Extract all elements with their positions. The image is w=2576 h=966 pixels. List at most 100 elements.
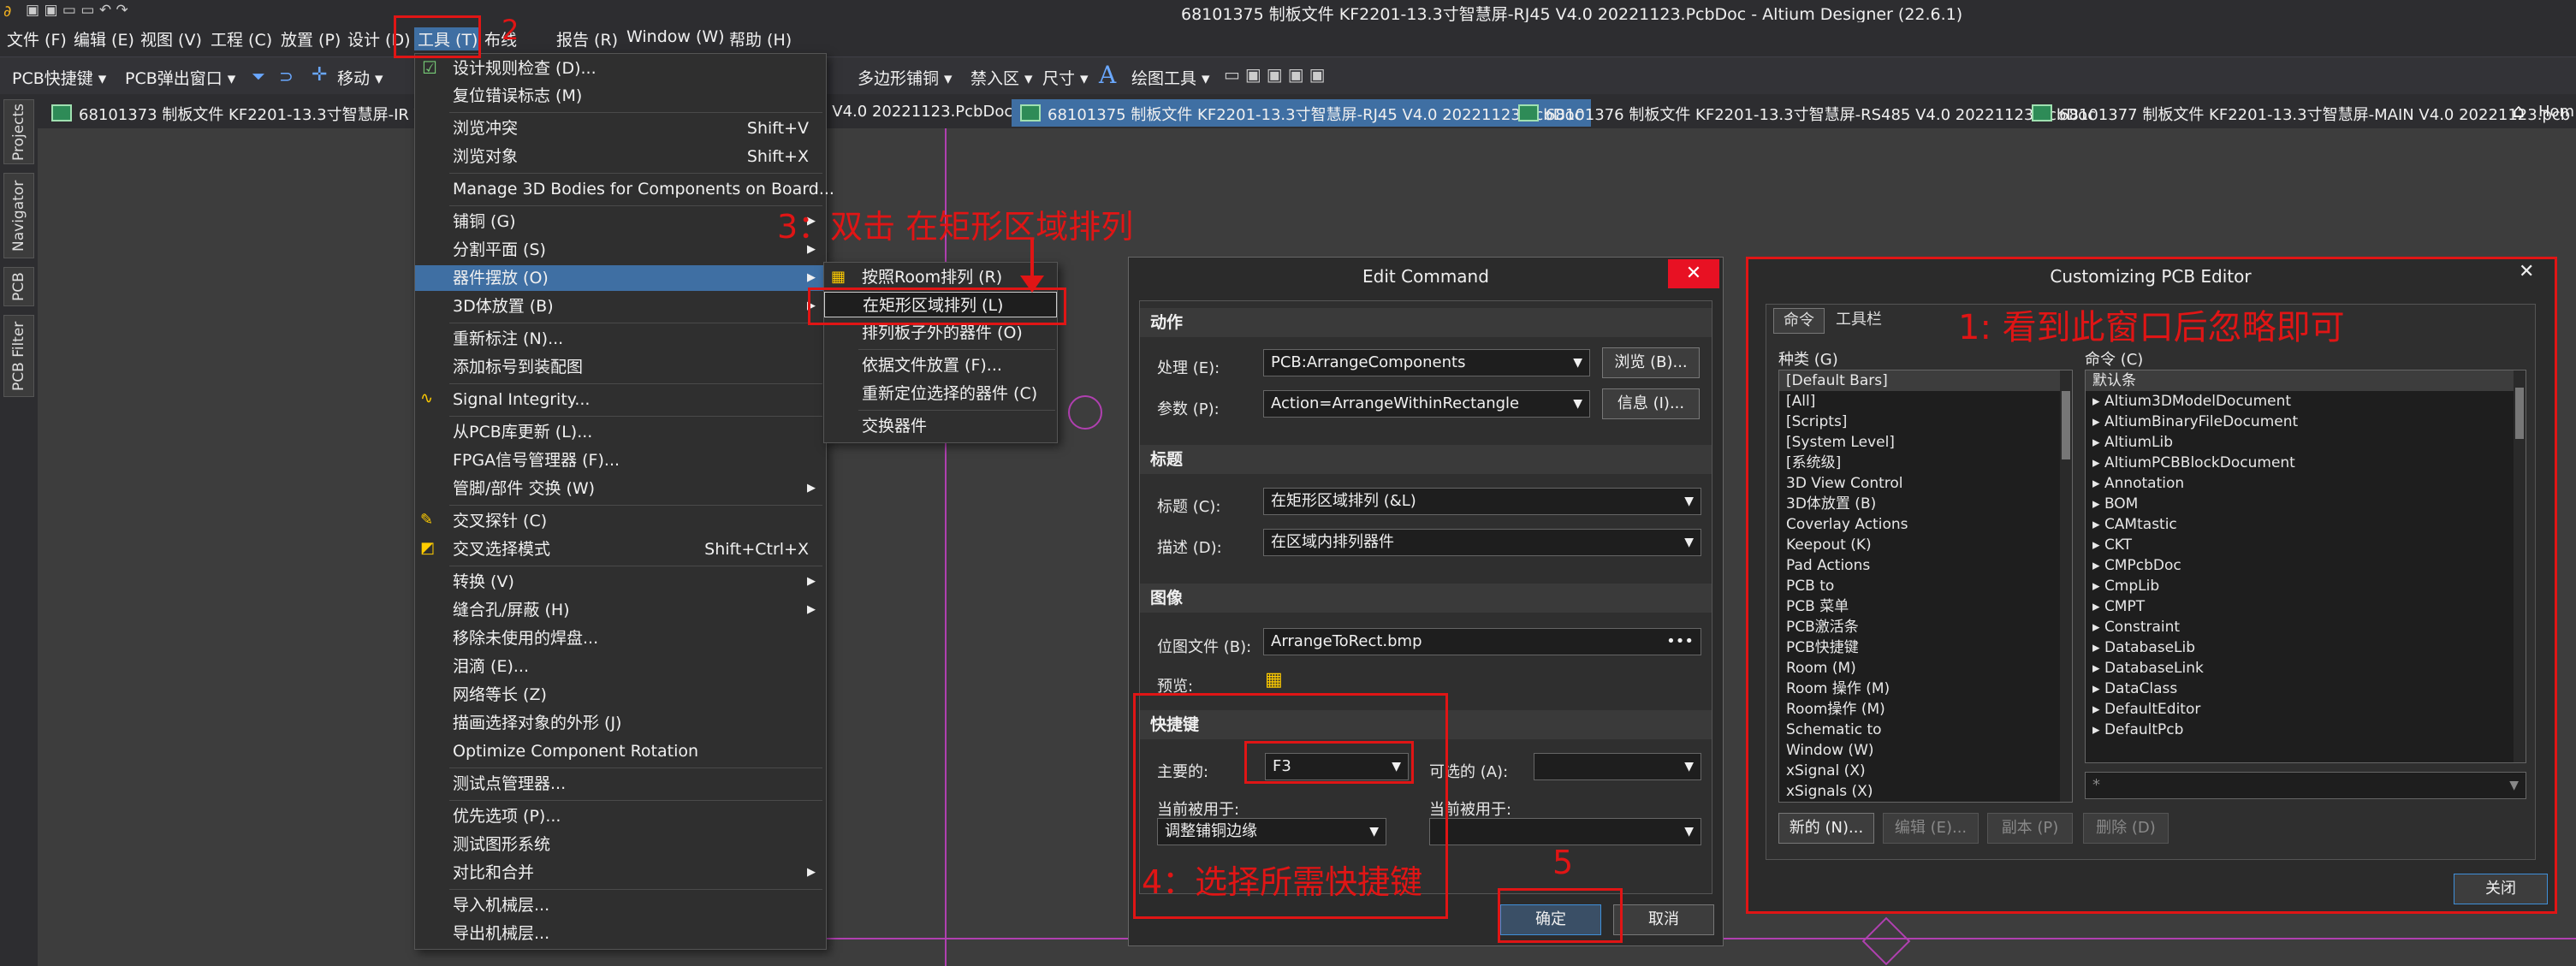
menu-item-testpoint-manager[interactable]: 测试点管理器... bbox=[415, 771, 826, 797]
menu-item-signal-integrity[interactable]: Signal Integrity... bbox=[415, 387, 826, 412]
menu-item-convert[interactable]: 转换 (V) ▶ bbox=[415, 569, 826, 595]
filter-icon[interactable]: ⏷ bbox=[252, 66, 265, 86]
menu-item-browse-objects[interactable]: 浏览对象 Shift+X bbox=[415, 144, 826, 169]
menu-place[interactable]: 放置 (P) bbox=[281, 27, 341, 50]
menu-window[interactable]: Window (W) bbox=[626, 27, 725, 46]
process-combo[interactable]: PCB:ArrangeComponents ▼ bbox=[1263, 349, 1590, 376]
keepout-dropdown[interactable]: 禁入区 ▾ bbox=[970, 66, 1033, 89]
menu-separator bbox=[449, 505, 822, 506]
menu-item-polygon-pour[interactable]: 铺铜 (G) ▶ bbox=[415, 209, 826, 234]
tab-home[interactable]: ⌂ Hom bbox=[2502, 99, 2576, 127]
menu-item-export-mech-layers[interactable]: 导出机械层... bbox=[415, 921, 826, 946]
menu-item-import-mech-layers[interactable]: 导入机械层... bbox=[415, 892, 826, 918]
menu-item-add-designators[interactable]: 添加标号到装配图 bbox=[415, 354, 826, 380]
menu-item-via-stitching[interactable]: 缝合孔/屏蔽 (H) ▶ bbox=[415, 597, 826, 623]
menu-item-optimize-rotation[interactable]: Optimize Component Rotation bbox=[415, 738, 826, 764]
menu-reports[interactable]: 报告 (R) bbox=[556, 27, 618, 50]
annotation-arrow bbox=[1030, 238, 1034, 281]
annotation-step-4: 4：选择所需快捷键 bbox=[1142, 863, 1423, 901]
menu-item-re-annotate[interactable]: 重新标注 (N)... bbox=[415, 326, 826, 352]
tab-doc-main[interactable]: 68101377 制板文件 KF2201-13.3寸智慧屏-MAIN V4.0 … bbox=[2023, 99, 2576, 127]
menu-file[interactable]: 文件 (F) bbox=[7, 27, 67, 50]
panel-projects[interactable]: Projects bbox=[3, 99, 34, 164]
chevron-down-icon: ▼ bbox=[1684, 760, 1694, 773]
drawing-tools-dropdown[interactable]: 绘图工具 ▾ bbox=[1131, 66, 1210, 89]
menu-project[interactable]: 工程 (C) bbox=[211, 27, 272, 50]
submenu-item-place-from-file[interactable]: 依据文件放置 (F)... bbox=[824, 353, 1057, 378]
menu-item-drc[interactable]: 设计规则检查 (D)... bbox=[415, 56, 826, 81]
tab-doc-rj45[interactable]: 68101375 制板文件 KF2201-13.3寸智慧屏-RJ45 V4.0 … bbox=[1012, 99, 1592, 127]
board-pad bbox=[1068, 395, 1102, 430]
menu-item-manage-3d-bodies[interactable]: Manage 3D Bodies for Components on Board… bbox=[415, 176, 834, 202]
menu-item-net-equal-length[interactable]: 网络等长 (Z) bbox=[415, 682, 826, 708]
alternate-shortcut-combo[interactable]: ▼ bbox=[1534, 753, 1701, 780]
arrange-rect-preview-icon: ▦ bbox=[1265, 669, 1283, 690]
menu-item-test-graphics[interactable]: 测试图形系统 bbox=[415, 832, 826, 857]
submenu-arrow-icon: ▶ bbox=[807, 603, 816, 616]
param-combo[interactable]: Action=ArrangeWithinRectangle ▼ bbox=[1263, 390, 1590, 418]
menu-item-update-from-library[interactable]: 从PCB库更新 (L)... bbox=[415, 419, 826, 445]
menu-item-teardrops[interactable]: 泪滴 (E)... bbox=[415, 654, 826, 679]
bitmap-label: 位图文件 (B): bbox=[1157, 638, 1252, 656]
used-by-combo-2[interactable]: ▼ bbox=[1429, 818, 1701, 845]
menu-edit[interactable]: 编辑 (E) bbox=[74, 27, 134, 50]
annotation-step-3: 3：双击 在矩形区域排列 bbox=[777, 208, 1134, 246]
submenu-item-swap-components[interactable]: 交换器件 bbox=[824, 413, 1057, 439]
menu-separator bbox=[449, 416, 822, 417]
menu-item-outline-selected[interactable]: 描画选择对象的外形 (J) bbox=[415, 710, 826, 736]
menu-separator bbox=[449, 383, 822, 384]
menu-separator bbox=[449, 767, 822, 768]
move-icon[interactable]: ✛ bbox=[312, 64, 327, 86]
tab-doc-c[interactable]: C V4.0 20221123.PcbDoc * bbox=[808, 99, 1034, 127]
menu-item-pin-part-swap[interactable]: 管脚/部件 交换 (W) ▶ bbox=[415, 476, 826, 501]
menu-item-reset-errors[interactable]: 复位错误标志 (M) bbox=[415, 83, 826, 109]
annotation-step-5: 5 bbox=[1552, 844, 1574, 881]
dialog-close-button[interactable]: ✕ bbox=[1668, 259, 1719, 288]
submenu-arrow-icon: ▶ bbox=[807, 866, 816, 879]
menu-item-browse-violations[interactable]: 浏览冲突 Shift+V bbox=[415, 116, 826, 141]
annotation-box-ok bbox=[1498, 888, 1623, 943]
move-dropdown[interactable]: 移动 ▾ bbox=[337, 66, 383, 89]
menu-help[interactable]: 帮助 (H) bbox=[729, 27, 792, 50]
menu-separator bbox=[449, 112, 822, 113]
menu-item-cross-select-mode[interactable]: 交叉选择模式 Shift+Ctrl+X bbox=[415, 536, 826, 562]
process-label: 处理 (E): bbox=[1157, 359, 1220, 377]
pcb-popup-dropdown[interactable]: PCB弹出窗口 ▾ bbox=[125, 66, 235, 89]
panel-pcb[interactable]: PCB bbox=[3, 267, 34, 306]
tab-doc-ir[interactable]: 68101373 制板文件 KF2201-13.3寸智慧屏-IR V4.0 bbox=[43, 99, 458, 127]
dimension-dropdown[interactable]: 尺寸 ▾ bbox=[1042, 66, 1089, 89]
browse-button[interactable]: 浏览 (B)... bbox=[1602, 347, 1700, 378]
info-button[interactable]: 信息 (I)... bbox=[1602, 388, 1700, 419]
menu-item-compare-merge[interactable]: 对比和合并 ▶ bbox=[415, 860, 826, 886]
text-icon[interactable]: A bbox=[1099, 61, 1116, 89]
cancel-button[interactable]: 取消 bbox=[1613, 904, 1714, 935]
chevron-down-icon: ▼ bbox=[1573, 356, 1582, 370]
menu-item-3d-body-placement[interactable]: 3D体放置 (B) ▶ bbox=[415, 293, 826, 319]
panel-pcb-filter[interactable]: PCB Filter bbox=[3, 315, 34, 397]
quick-access-toolbar[interactable]: ▣ ▣ ▭ ▭ ↶ ↷ bbox=[26, 2, 128, 19]
caption-combo[interactable]: 在矩形区域排列 (&L) ▼ bbox=[1263, 488, 1701, 515]
menu-separator bbox=[858, 410, 1055, 411]
menu-item-component-placement[interactable]: 器件摆放 (O) ▶ bbox=[415, 265, 826, 291]
menu-item-preferences[interactable]: 优先选项 (P)... bbox=[415, 803, 826, 829]
submenu-arrow-icon: ▶ bbox=[807, 575, 816, 588]
panel-navigator[interactable]: Navigator bbox=[3, 173, 34, 258]
align-icons[interactable]: ▭▣▣▣▣ bbox=[1224, 64, 1330, 85]
chevron-down-icon: ▼ bbox=[1684, 495, 1694, 508]
menu-item-fpga-signal-manager[interactable]: FPGA信号管理器 (F)... bbox=[415, 447, 826, 473]
pcb-shortcuts-dropdown[interactable]: PCB快捷键 ▾ bbox=[12, 66, 106, 89]
menu-separator bbox=[449, 889, 822, 890]
menu-item-split-planes[interactable]: 分割平面 (S) ▶ bbox=[415, 237, 826, 263]
interactive-route-icon[interactable]: ⊃ bbox=[279, 66, 294, 86]
bitmap-field[interactable]: ArrangeToRect.bmp ••• bbox=[1263, 628, 1701, 655]
tab-doc-rs485[interactable]: 68101376 制板文件 KF2201-13.3寸智慧屏-RS485 V4.0… bbox=[1510, 99, 2104, 127]
submenu-item-reposition[interactable]: 重新定位选择的器件 (C) bbox=[824, 381, 1057, 406]
description-combo[interactable]: 在区域内排列器件 ▼ bbox=[1263, 529, 1701, 556]
menu-item-cross-probe[interactable]: 交叉探针 (C) bbox=[415, 508, 826, 534]
more-icon[interactable]: ••• bbox=[1666, 629, 1694, 655]
param-label: 参数 (P): bbox=[1157, 400, 1220, 418]
menu-item-remove-unused-pads[interactable]: 移除未使用的焊盘... bbox=[415, 625, 826, 651]
annotation-box-tools-menu bbox=[394, 15, 481, 58]
menu-view[interactable]: 视图 (V) bbox=[140, 27, 202, 50]
polygon-pour-dropdown[interactable]: 多边形铺铜 ▾ bbox=[858, 66, 953, 89]
